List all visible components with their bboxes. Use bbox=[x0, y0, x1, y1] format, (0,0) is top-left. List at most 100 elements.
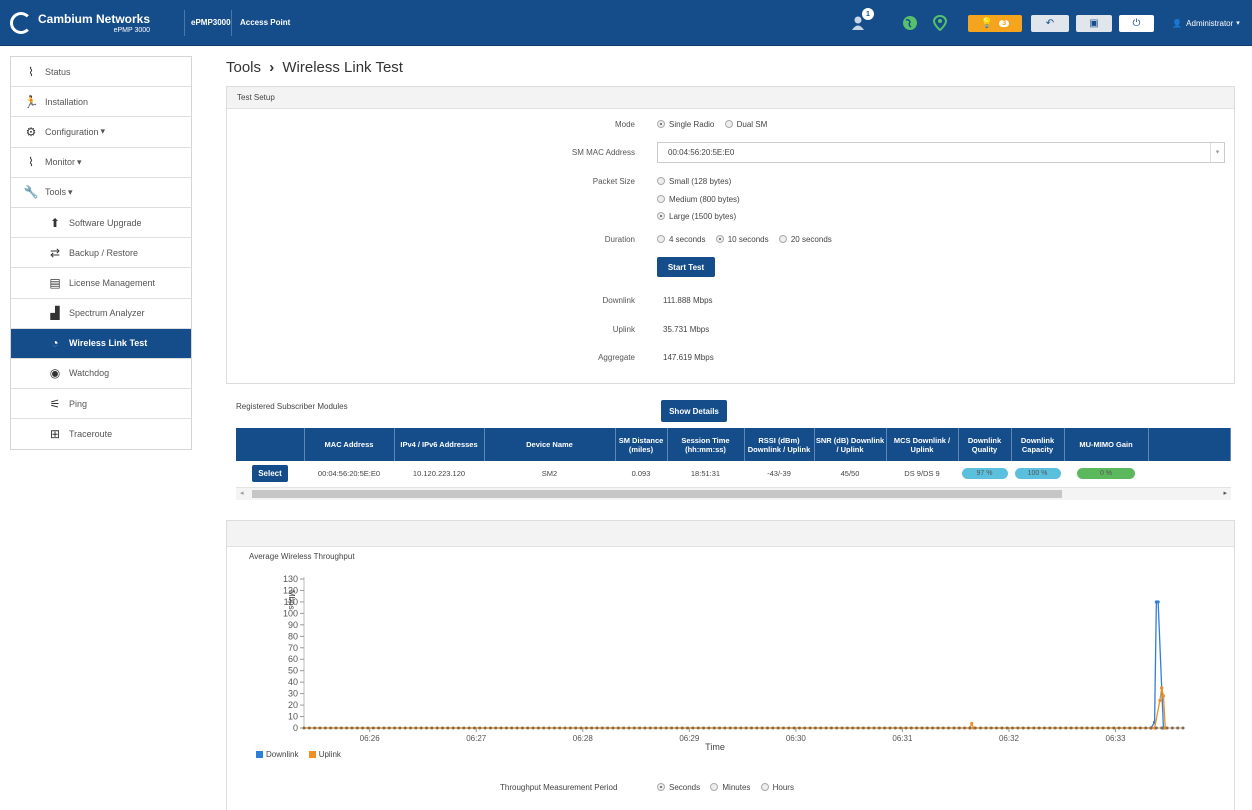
legend-item-downlink[interactable]: Downlink bbox=[256, 750, 298, 759]
undo-icon: ↶ bbox=[1045, 18, 1055, 29]
runner-icon: 🏃 bbox=[23, 94, 39, 109]
breadcrumb-separator: › bbox=[269, 59, 275, 76]
packet-small[interactable]: Small (128 bytes) bbox=[657, 177, 731, 186]
sidebar-item-label: Spectrum Analyzer bbox=[69, 308, 145, 319]
undo-button[interactable]: ↶ bbox=[1031, 15, 1069, 32]
table-header[interactable]: MU-MIMO Gain bbox=[1064, 428, 1149, 461]
option-label: Large (1500 bytes) bbox=[669, 212, 737, 221]
sidebar-item-software-upgrade[interactable]: ⬆ Software Upgrade bbox=[11, 208, 191, 239]
table-header[interactable]: SM Distance (miles) bbox=[615, 428, 668, 461]
table-header[interactable]: Downlink Capacity bbox=[1011, 428, 1065, 461]
period-seconds[interactable]: Seconds bbox=[657, 783, 700, 792]
save-icon: ▣ bbox=[1089, 18, 1099, 29]
throughput-panel bbox=[226, 520, 1235, 810]
sidebar-item-configuration[interactable]: ⚙ Configuration ▾ bbox=[11, 117, 191, 148]
sidebar-item-tools[interactable]: 🔧 Tools ▾ bbox=[11, 178, 191, 208]
table-cell: 0.093 bbox=[615, 461, 667, 488]
table-cell: SM2 bbox=[484, 461, 615, 488]
sidebar-item-monitor[interactable]: ⌇ Monitor ▾ bbox=[11, 148, 191, 178]
caret-down-icon: ▾ bbox=[100, 126, 106, 137]
table-header[interactable]: IPv4 / IPv6 Addresses bbox=[394, 428, 485, 461]
sidebar-item-label: Tools bbox=[45, 187, 67, 198]
sidebar-item-ping[interactable]: ⚟ Ping bbox=[11, 389, 191, 420]
period-minutes[interactable]: Minutes bbox=[710, 783, 750, 792]
radio-unchecked bbox=[760, 783, 769, 791]
brand-name: Cambium Networks bbox=[38, 11, 151, 26]
option-label: 10 seconds bbox=[727, 235, 769, 244]
radio-checked bbox=[657, 212, 665, 220]
mac-select[interactable]: 00:04:56:20:5E:E0 ▾ bbox=[657, 142, 1225, 163]
user-menu[interactable]: 👤 Administrator ▾ bbox=[1164, 12, 1248, 34]
period-hours[interactable]: Hours bbox=[760, 783, 794, 792]
radio-unchecked bbox=[657, 235, 665, 243]
sidebar-item-license-management[interactable]: ▤ License Management bbox=[11, 268, 191, 299]
table-header[interactable]: Session Time (hh:mm:ss) bbox=[667, 428, 745, 461]
sidebar-item-traceroute[interactable]: ⊞ Traceroute bbox=[11, 419, 191, 449]
brand-model: ePMP 3000 bbox=[113, 26, 151, 34]
packet-large[interactable]: Large (1500 bytes) bbox=[657, 212, 736, 221]
scroll-thumb[interactable] bbox=[252, 490, 1062, 498]
top-bar: Cambium Networks ePMP 3000 ePMP3000 Acce… bbox=[0, 0, 1252, 46]
alerts-count: 3 bbox=[999, 20, 1010, 27]
alerts-button[interactable]: 💡 3 bbox=[968, 15, 1022, 32]
duration-4[interactable]: 4 seconds bbox=[657, 235, 705, 244]
horizontal-scrollbar[interactable]: ◂ ▸ bbox=[236, 488, 1231, 500]
sidebar-item-spectrum-analyzer[interactable]: ▟ Spectrum Analyzer bbox=[11, 299, 191, 329]
mac-select-value: 00:04:56:20:5E:E0 bbox=[668, 148, 735, 157]
option-label: Single Radio bbox=[669, 120, 715, 129]
radio-checked bbox=[657, 120, 665, 128]
mode-single-radio[interactable]: Single Radio bbox=[657, 120, 714, 129]
scroll-left-icon[interactable]: ◂ bbox=[240, 489, 244, 497]
sidebar-item-label: Status bbox=[45, 66, 71, 77]
sidebar-item-label: Watchdog bbox=[69, 368, 110, 379]
bar-chart-icon: ▟ bbox=[50, 306, 60, 321]
packet-medium[interactable]: Medium (800 bytes) bbox=[657, 195, 740, 204]
select-button[interactable]: Select bbox=[252, 465, 288, 483]
radio-unchecked bbox=[778, 235, 787, 243]
breadcrumb-parent[interactable]: Tools bbox=[226, 59, 261, 76]
table-header[interactable]: SNR (dB) Downlink / Uplink bbox=[814, 428, 887, 461]
duration-10[interactable]: 10 seconds bbox=[715, 235, 769, 244]
sidebar-item-installation[interactable]: 🏃 Installation bbox=[11, 87, 191, 118]
mac-label: SM MAC Address bbox=[571, 148, 635, 157]
scroll-right-icon[interactable]: ▸ bbox=[1223, 489, 1227, 497]
table-header[interactable]: RSSI (dBm) Downlink / Uplink bbox=[744, 428, 815, 461]
brand-logo[interactable]: Cambium Networks ePMP 3000 bbox=[10, 8, 170, 38]
save-button[interactable]: ▣ bbox=[1076, 15, 1112, 32]
table-cell: 0 % bbox=[1064, 461, 1148, 488]
sm-table: MAC Address IPv4 / IPv6 Addresses Device… bbox=[236, 428, 1231, 488]
show-details-button[interactable]: Show Details bbox=[661, 400, 727, 422]
table-header[interactable]: MCS Downlink / Uplink bbox=[886, 428, 959, 461]
aggregate-label: Aggregate bbox=[598, 353, 635, 362]
dropdown-arrow-icon[interactable]: ▾ bbox=[1210, 143, 1224, 162]
breadcrumb: Tools › Wireless Link Test bbox=[226, 59, 403, 76]
duration-20[interactable]: 20 seconds bbox=[778, 235, 832, 244]
power-icon: ⏻ bbox=[1132, 18, 1141, 29]
notification-count: 1 bbox=[862, 8, 874, 20]
option-label: 4 seconds bbox=[669, 235, 706, 244]
sidebar-item-backup-restore[interactable]: ⇄ Backup / Restore bbox=[11, 238, 191, 269]
legend-item-uplink[interactable]: Uplink bbox=[308, 750, 341, 759]
mode-dual-sm[interactable]: Dual SM bbox=[724, 120, 767, 129]
mode-label: Mode bbox=[614, 120, 635, 129]
registered-title: Registered Subscriber Modules bbox=[236, 402, 348, 411]
eye-icon: ◉ bbox=[49, 366, 61, 381]
sidebar-item-label: Configuration bbox=[45, 126, 99, 137]
start-test-button[interactable]: Start Test bbox=[657, 257, 715, 277]
table-header[interactable]: Device Name bbox=[484, 428, 616, 461]
globe-icon[interactable] bbox=[900, 12, 920, 34]
sidebar-item-status[interactable]: ⌇ Status bbox=[11, 57, 191, 88]
aggregate-value: 147.619 Mbps bbox=[663, 353, 714, 362]
pulse-icon: ⌇ bbox=[28, 155, 34, 170]
sidebar-item-watchdog[interactable]: ◉ Watchdog bbox=[11, 359, 191, 390]
reboot-button[interactable]: ⏻ bbox=[1119, 15, 1154, 32]
option-label: Minutes bbox=[722, 783, 751, 792]
period-label: Throughput Measurement Period bbox=[500, 783, 618, 792]
notifications-icon[interactable]: 1 bbox=[848, 8, 874, 34]
table-header[interactable]: Downlink Quality bbox=[958, 428, 1012, 461]
sidebar-item-wireless-link-test[interactable]: ◔ Wireless Link Test bbox=[11, 328, 191, 359]
table-header[interactable]: MAC Address bbox=[304, 428, 395, 461]
legend-label: Downlink bbox=[266, 750, 299, 759]
location-pin-icon[interactable] bbox=[930, 12, 950, 34]
gear-icon: ⚙ bbox=[25, 124, 37, 139]
